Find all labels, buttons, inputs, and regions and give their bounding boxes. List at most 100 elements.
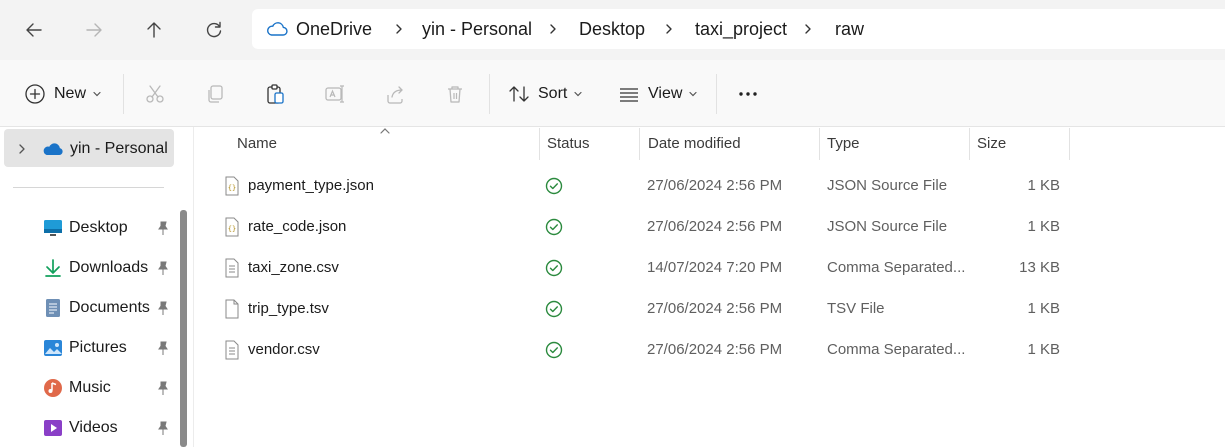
view-label: View (648, 84, 683, 102)
sidebar-item-label: Pictures (69, 339, 127, 356)
up-button[interactable] (134, 10, 174, 50)
file-name[interactable]: rate_code.json (248, 207, 346, 247)
sidebar-item-pictures[interactable]: Pictures (43, 330, 127, 366)
json-file-icon: {} (225, 176, 239, 196)
file-size: 1 KB (1027, 177, 1060, 194)
csv-file-icon (225, 258, 239, 278)
pin-icon[interactable] (155, 300, 171, 316)
pictures-icon (44, 340, 62, 356)
column-divider[interactable] (539, 128, 540, 160)
file-date: 14/07/2024 7:20 PM (647, 259, 783, 276)
refresh-button[interactable] (194, 10, 234, 50)
file-name[interactable]: trip_type.tsv (248, 289, 329, 329)
navigation-pane: yin - Personal Desktop Downloads Documen… (0, 127, 195, 447)
column-divider[interactable] (819, 128, 820, 160)
sidebar-item-documents[interactable]: Documents (43, 290, 150, 326)
address-bar[interactable]: OneDrive yin - Personal Desktop taxi_pro… (252, 9, 1225, 49)
column-header-date-modified[interactable]: Date modified (648, 127, 741, 161)
file-row[interactable]: vendor.csv 27/06/2024 2:56 PM Comma Sepa… (222, 330, 1072, 370)
file-size: 1 KB (1027, 300, 1060, 317)
synced-check-icon (545, 259, 563, 277)
sidebar-item-desktop[interactable]: Desktop (43, 210, 128, 246)
plus-circle-icon (25, 83, 45, 104)
file-type: JSON Source File (827, 218, 948, 235)
share-button[interactable] (384, 60, 406, 127)
chevron-right-icon[interactable] (662, 9, 676, 49)
file-date: 27/06/2024 2:56 PM (647, 177, 783, 194)
column-header-size[interactable]: Size (977, 127, 1006, 161)
onedrive-cloud-icon (267, 22, 288, 36)
file-row[interactable]: {} payment_type.json 27/06/2024 2:56 PM … (222, 166, 1072, 206)
pin-icon[interactable] (155, 260, 171, 276)
delete-button[interactable] (444, 60, 466, 127)
column-divider[interactable] (969, 128, 970, 160)
pin-icon[interactable] (155, 220, 171, 236)
pin-icon[interactable] (155, 420, 171, 436)
view-list-icon (620, 87, 638, 102)
command-bar: New Sort View (0, 60, 1225, 127)
column-divider[interactable] (639, 128, 640, 160)
breadcrumb-desktop[interactable]: Desktop (579, 9, 645, 49)
file-row[interactable]: trip_type.tsv 27/06/2024 2:56 PM TSV Fil… (222, 289, 1072, 329)
file-row[interactable]: taxi_zone.csv 14/07/2024 7:20 PM Comma S… (222, 248, 1072, 288)
chevron-right-icon[interactable] (16, 143, 28, 155)
chevron-right-icon[interactable] (546, 9, 560, 49)
pin-icon[interactable] (155, 380, 171, 396)
view-button[interactable]: View (618, 60, 698, 127)
file-type: JSON Source File (827, 177, 948, 194)
breadcrumb-onedrive[interactable]: OneDrive (296, 9, 372, 49)
chevron-right-icon[interactable] (392, 9, 406, 49)
share-icon (387, 85, 403, 104)
toolbar-divider (716, 74, 717, 114)
sidebar-item-label: Videos (69, 419, 118, 436)
breadcrumb-raw[interactable]: raw (835, 9, 864, 49)
cut-button[interactable] (144, 60, 166, 127)
column-header-status[interactable]: Status (547, 127, 590, 161)
sidebar-item-music[interactable]: Music (43, 370, 111, 406)
music-icon (44, 379, 62, 397)
sort-icon (509, 85, 529, 102)
videos-icon (44, 420, 62, 436)
file-name[interactable]: payment_type.json (248, 166, 374, 206)
chevron-right-icon[interactable] (801, 9, 815, 49)
file-date: 27/06/2024 2:56 PM (647, 300, 783, 317)
chevron-down-icon (689, 91, 697, 96)
file-name[interactable]: taxi_zone.csv (248, 248, 339, 288)
copy-icon (208, 84, 223, 103)
paste-icon (267, 83, 284, 104)
more-options-button[interactable] (737, 60, 759, 127)
file-name[interactable]: vendor.csv (248, 330, 320, 370)
column-header-name[interactable]: Name (237, 127, 277, 161)
column-header-type[interactable]: Type (827, 127, 860, 161)
rename-button[interactable] (324, 60, 346, 127)
paste-button[interactable] (264, 60, 286, 127)
copy-button[interactable] (204, 60, 226, 127)
file-type: TSV File (827, 300, 885, 317)
column-divider[interactable] (1069, 128, 1070, 160)
toolbar-divider (123, 74, 124, 114)
sidebar-item-label: Music (69, 379, 111, 396)
sidebar-item-downloads[interactable]: Downloads (43, 250, 148, 286)
svg-text:{}: {} (228, 225, 236, 233)
pin-icon[interactable] (155, 340, 171, 356)
back-button[interactable] (14, 10, 54, 50)
sort-ascending-icon (380, 128, 390, 134)
onedrive-cloud-icon (43, 142, 63, 155)
scissors-icon (146, 84, 164, 103)
new-button[interactable]: New (24, 60, 102, 127)
file-date: 27/06/2024 2:56 PM (647, 218, 783, 235)
breadcrumb-taxi-project[interactable]: taxi_project (695, 9, 787, 49)
file-row[interactable]: {} rate_code.json 27/06/2024 2:56 PM JSO… (222, 207, 1072, 247)
file-size: 13 KB (1019, 259, 1060, 276)
file-type: Comma Separated... (827, 341, 966, 358)
forward-button[interactable] (74, 10, 114, 50)
refresh-icon (206, 21, 222, 38)
sort-button[interactable]: Sort (508, 60, 583, 127)
sidebar-item-videos[interactable]: Videos (43, 410, 118, 446)
sidebar-scrollbar[interactable] (180, 210, 187, 447)
rename-icon (325, 84, 344, 103)
sidebar-root-row[interactable]: yin - Personal (16, 131, 168, 167)
sidebar-item-label: Documents (69, 299, 150, 316)
breadcrumb-yin-personal[interactable]: yin - Personal (422, 9, 532, 49)
svg-text:{}: {} (228, 184, 236, 192)
